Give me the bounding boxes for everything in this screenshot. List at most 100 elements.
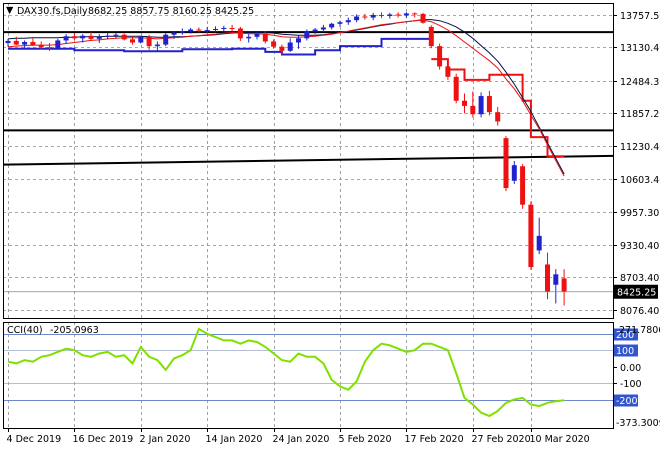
candle-body-down: [47, 47, 52, 49]
candle-body-down: [486, 96, 492, 113]
candle-body-up: [287, 42, 293, 51]
candle-body-up: [5, 40, 11, 44]
candle-body-up: [96, 36, 102, 39]
cci-value: -205.0963: [50, 325, 99, 336]
date-label: 27 Feb 2020: [472, 434, 531, 445]
dax-chart: 13757.50 13130.40 12484.30 11857.20 11230.40…: [2, 3, 660, 445]
cci-plot-frame: [3, 322, 614, 429]
price-tick-label: 13130.40: [620, 43, 660, 54]
cci-tick-label: -100: [620, 379, 642, 390]
candle-body-up: [320, 27, 326, 30]
candle-body-down: [545, 264, 550, 293]
candle-body-up: [478, 96, 484, 115]
candle-body-up: [329, 23, 335, 28]
candle-body-up: [63, 36, 69, 41]
candle-body-down: [379, 14, 384, 16]
candle-body-up: [254, 33, 260, 37]
cci-tick-label: 100: [616, 346, 634, 357]
date-label: 24 Jan 2020: [273, 434, 330, 445]
candle-body-up: [138, 36, 144, 43]
candle-body-down: [503, 138, 509, 189]
date-label: 2 Jan 2020: [140, 434, 191, 445]
candle-body-down: [130, 39, 135, 43]
candle-body-down: [30, 41, 36, 46]
date-label: 14 Jan 2020: [206, 434, 263, 445]
long-term-ma-line: [2, 154, 614, 166]
candle-body-up: [511, 165, 517, 181]
candle-body-up: [296, 38, 301, 43]
candle-body-down: [395, 14, 401, 16]
date-label: 5 Feb 2020: [339, 434, 392, 445]
candle-body-up: [221, 27, 227, 29]
cci-indicator: [3, 327, 613, 418]
candle-body-down: [262, 33, 268, 42]
candle-body-down: [121, 34, 127, 40]
date-label: 10 Mar 2020: [530, 434, 590, 445]
candle-body-down: [279, 46, 285, 51]
price-tick-label: 11230.40: [620, 142, 660, 153]
candle-body-up: [113, 34, 119, 36]
price-tick-label: 9957.30: [620, 208, 659, 219]
price-tick-label: 8076.40: [620, 306, 659, 317]
price-tick-label: 8703.40: [620, 273, 659, 284]
price-tick-label: 10603.40: [620, 175, 660, 186]
candles: [3, 12, 613, 306]
cci-bottom-label: -373.3009: [616, 418, 660, 429]
candle-body-down: [271, 41, 277, 47]
date-label: 17 Feb 2020: [405, 434, 464, 445]
candle-body-down: [88, 35, 94, 39]
candle-body-up: [163, 34, 169, 45]
candle-body-up: [553, 274, 559, 285]
candle-body-down: [470, 105, 476, 115]
cci-line: [7, 327, 565, 418]
plot-frames: [3, 3, 614, 429]
candle-body-up: [55, 40, 61, 49]
candle-body-down: [437, 46, 443, 67]
candle-body-up: [337, 22, 343, 24]
last-price-label: 8425.25: [617, 288, 656, 299]
ohlc-readout: 8682.25 8857.75 8160.25 8425.25: [88, 6, 254, 17]
price-tick-label: 12484.30: [620, 77, 660, 88]
candle-body-down: [528, 204, 534, 268]
candle-body-down: [412, 13, 418, 15]
candle-body-up: [105, 35, 111, 37]
price-tick-label: 13757.50: [620, 11, 660, 22]
candle-body-up: [312, 29, 318, 32]
symbol-arrow: ▼: [6, 5, 14, 16]
candle-body-down: [146, 36, 152, 47]
candle-body-up: [536, 235, 542, 251]
candle-body-down: [362, 16, 368, 18]
candle-body-up: [80, 35, 86, 39]
candle-body-down: [453, 76, 459, 101]
blue-step-band: [8, 37, 432, 56]
price-tick-label: 9330.40: [620, 241, 659, 252]
candle-body-down: [462, 100, 467, 106]
candle-body-down: [561, 278, 567, 292]
candle-body-up: [171, 32, 177, 35]
candle-body-down: [71, 36, 77, 39]
candle-body-down: [13, 40, 19, 45]
candle-body-up: [154, 44, 160, 47]
candle-body-up: [370, 14, 376, 18]
cci-tick-label: 0.00: [620, 363, 641, 374]
candle-body-down: [237, 28, 243, 39]
candle-body-up: [188, 29, 194, 32]
price-tick-label: 11857.20: [620, 109, 660, 120]
candle-body-up: [213, 28, 218, 31]
candle-body-down: [420, 13, 426, 23]
candle-body-up: [304, 31, 310, 39]
cci-top-label: 271.7806: [619, 325, 660, 336]
candle-body-up: [387, 14, 393, 16]
candle-body-up: [246, 36, 252, 39]
candle-body-down: [445, 66, 451, 77]
candle-body-down: [495, 112, 501, 122]
date-label: 4 Dec 2019: [7, 434, 62, 445]
candle-body-down: [38, 45, 44, 48]
candle-body-down: [520, 166, 526, 205]
candle-body-up: [354, 16, 360, 21]
symbol-label: DAX30.fs,Daily: [17, 6, 88, 17]
date-label: 16 Dec 2019: [73, 434, 134, 445]
candle-body-up: [403, 13, 409, 16]
grid: [3, 3, 613, 428]
cci-tick-label: -200: [616, 396, 638, 407]
